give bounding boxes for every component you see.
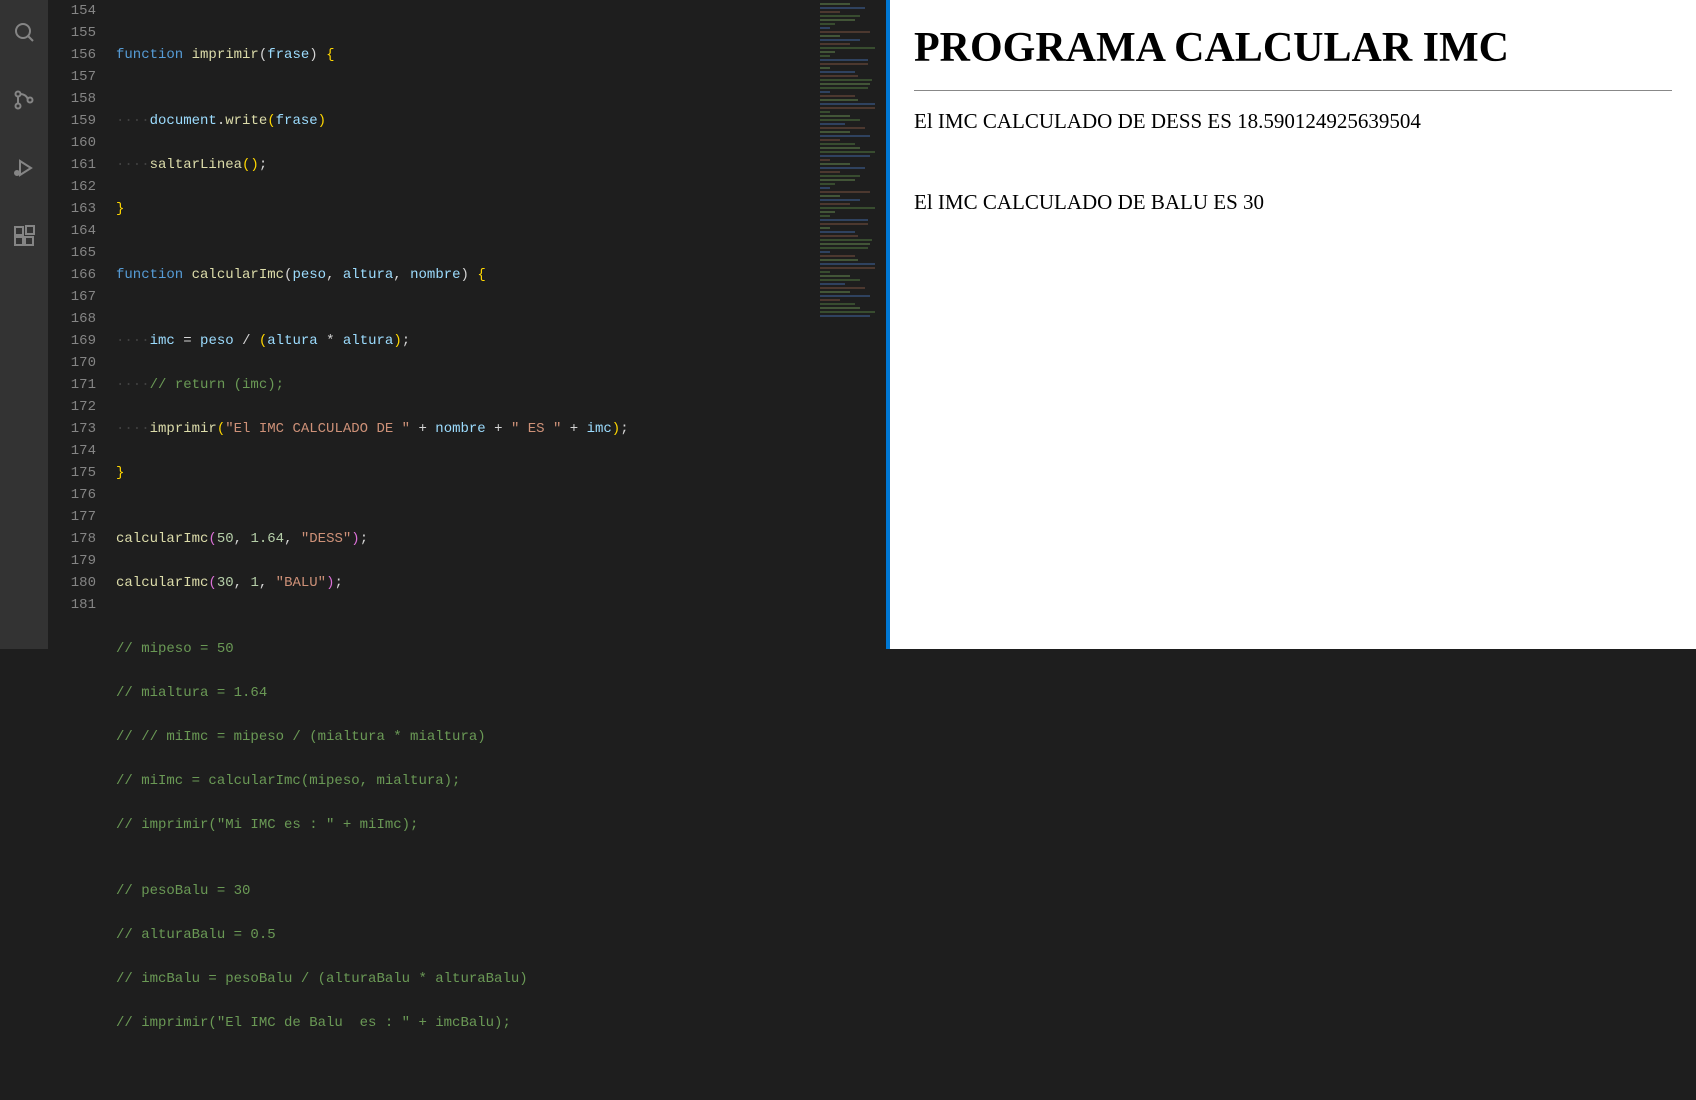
line-number: 162 — [48, 176, 96, 198]
activity-bar — [0, 0, 48, 649]
line-number: 167 — [48, 286, 96, 308]
output-line-1: El IMC CALCULADO DE DESS ES 18.590124925… — [914, 109, 1672, 134]
divider — [914, 90, 1672, 91]
line-number: 168 — [48, 308, 96, 330]
line-number: 173 — [48, 418, 96, 440]
run-debug-icon[interactable] — [0, 144, 48, 192]
line-number: 169 — [48, 330, 96, 352]
line-number: 172 — [48, 396, 96, 418]
line-number: 156 — [48, 44, 96, 66]
line-number: 155 — [48, 22, 96, 44]
code-editor[interactable]: 1541551561571581591601611621631641651661… — [48, 0, 886, 649]
line-number: 160 — [48, 132, 96, 154]
line-number: 175 — [48, 462, 96, 484]
line-number: 163 — [48, 198, 96, 220]
line-number: 154 — [48, 0, 96, 22]
page-title: PROGRAMA CALCULAR IMC — [914, 24, 1672, 72]
line-number-gutter: 1541551561571581591601611621631641651661… — [48, 0, 116, 649]
line-number: 161 — [48, 154, 96, 176]
line-number: 177 — [48, 506, 96, 528]
line-number: 158 — [48, 88, 96, 110]
code-content[interactable]: function imprimir(frase) { ····document.… — [116, 0, 886, 649]
extensions-icon[interactable] — [0, 212, 48, 260]
line-number: 179 — [48, 550, 96, 572]
minimap[interactable] — [816, 0, 886, 649]
source-control-icon[interactable] — [0, 76, 48, 124]
line-number: 159 — [48, 110, 96, 132]
line-number: 178 — [48, 528, 96, 550]
line-number: 157 — [48, 66, 96, 88]
line-number: 176 — [48, 484, 96, 506]
line-number: 171 — [48, 374, 96, 396]
line-number: 170 — [48, 352, 96, 374]
line-number: 165 — [48, 242, 96, 264]
line-number: 180 — [48, 572, 96, 594]
line-number: 166 — [48, 264, 96, 286]
output-line-2: El IMC CALCULADO DE BALU ES 30 — [914, 190, 1672, 215]
line-number: 164 — [48, 220, 96, 242]
line-number: 174 — [48, 440, 96, 462]
output-panel: PROGRAMA CALCULAR IMC El IMC CALCULADO D… — [886, 0, 1696, 649]
line-number: 181 — [48, 594, 96, 616]
search-icon[interactable] — [0, 8, 48, 56]
